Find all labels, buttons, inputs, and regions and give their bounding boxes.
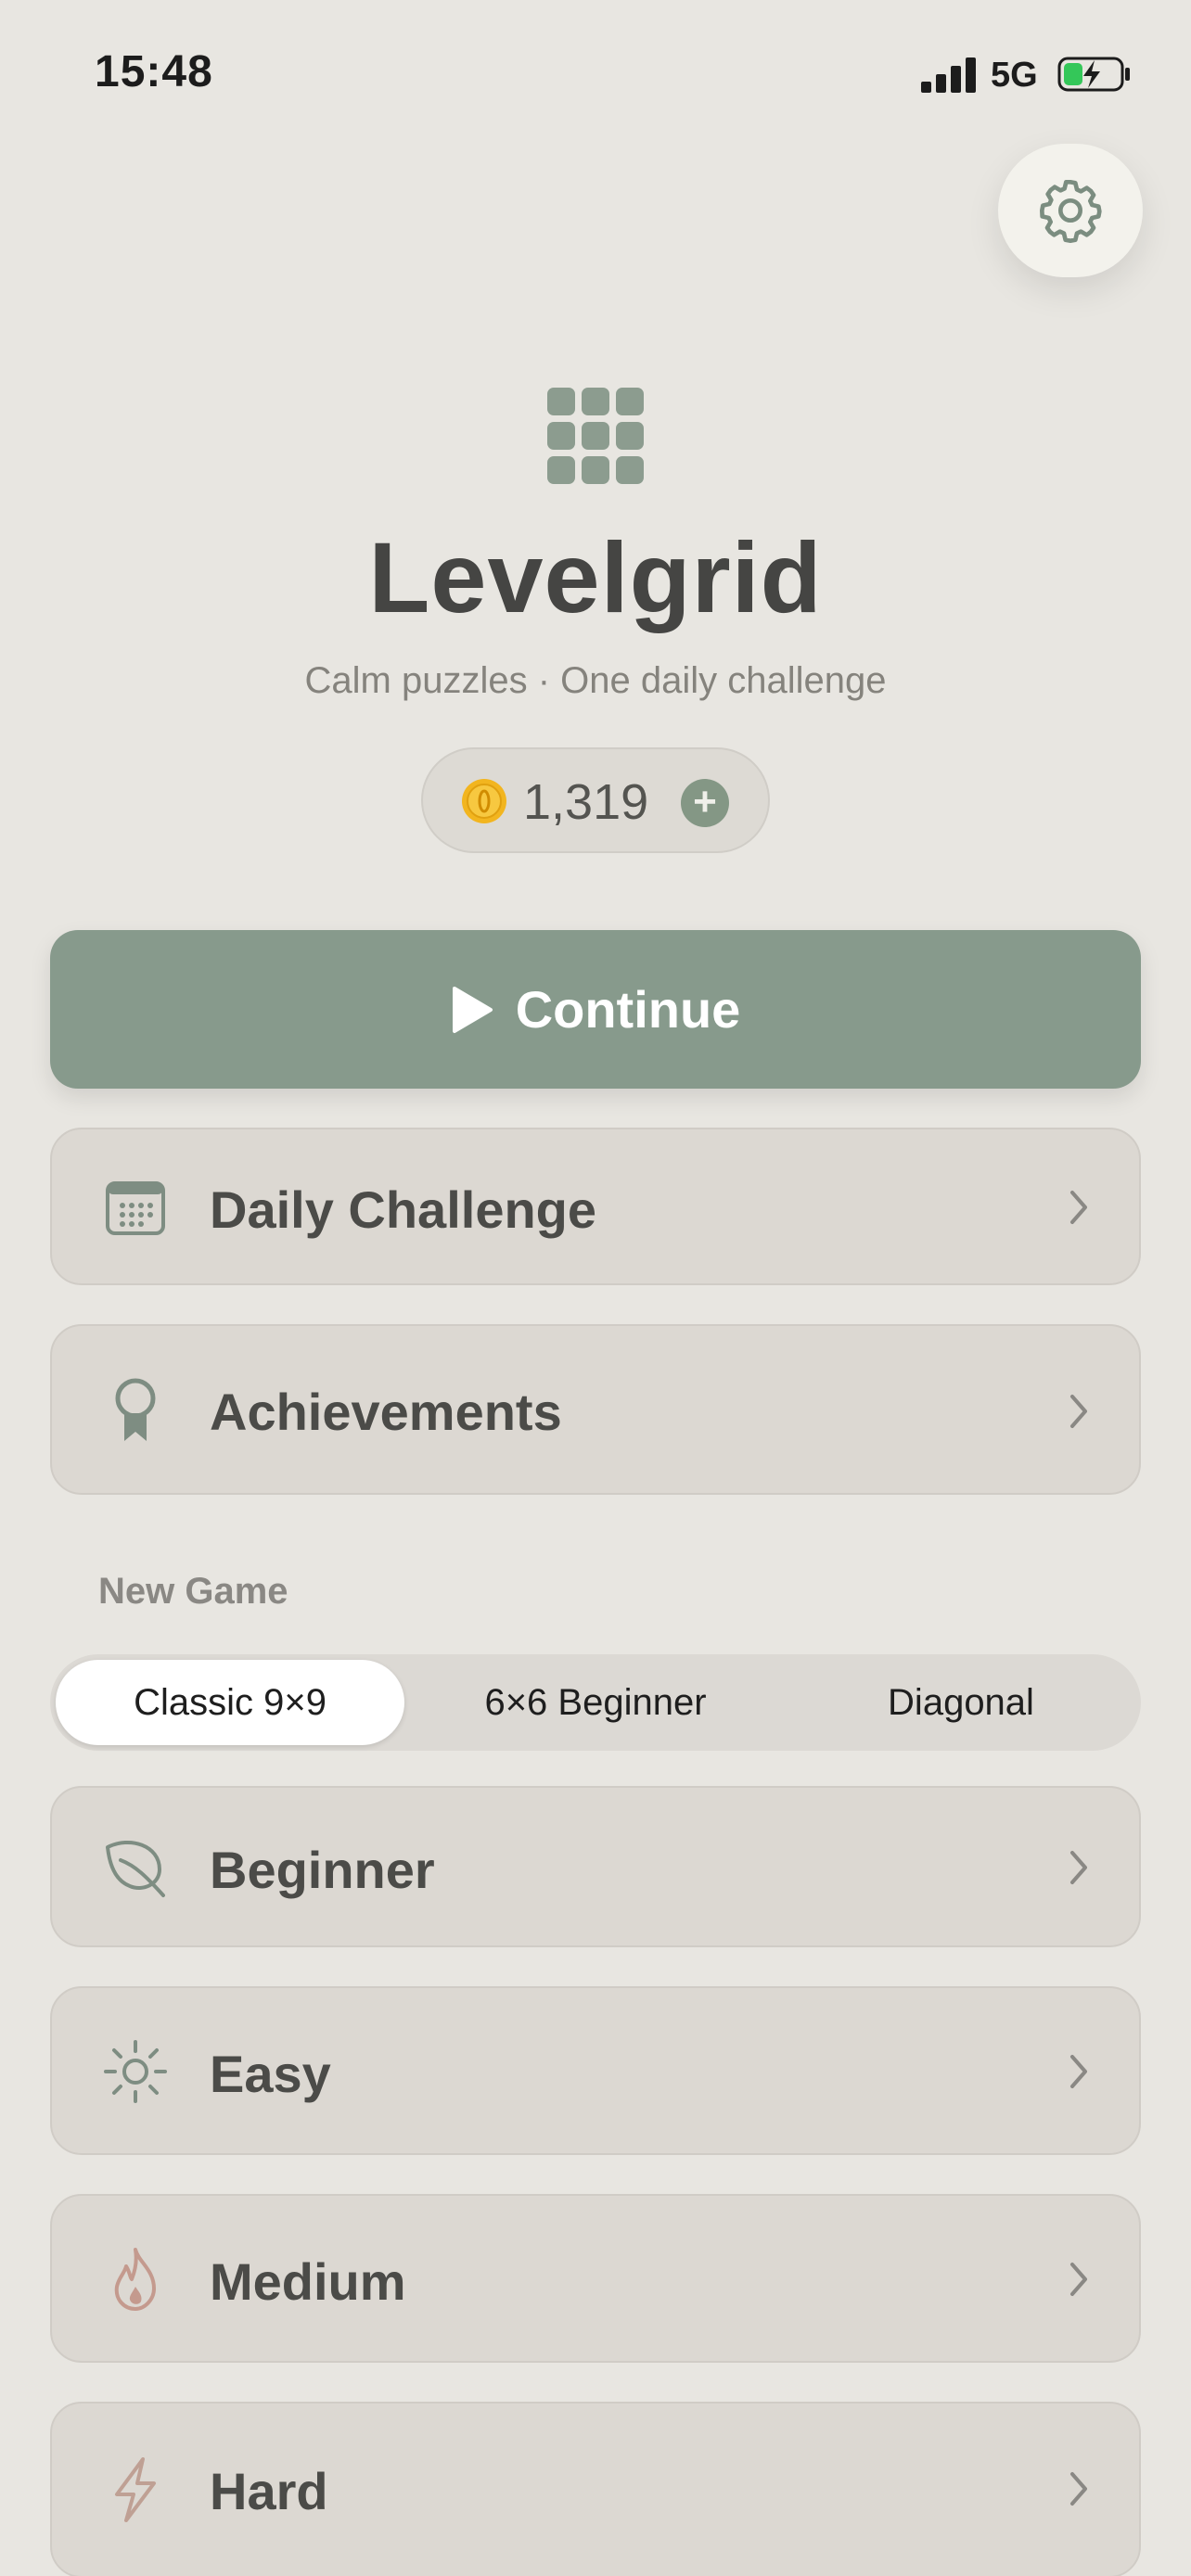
chevron-right-icon xyxy=(1070,2263,1087,2296)
home-screen: 15:48 5G Levelgrid Calm puzzles · One da… xyxy=(0,0,1191,2576)
calendar-icon xyxy=(106,1181,165,1235)
coin-count: 1,319 xyxy=(523,774,649,830)
medium-label: Medium xyxy=(210,2252,406,2311)
easy-label: Easy xyxy=(210,2045,331,2103)
difficulty-medium-button[interactable]: Medium xyxy=(50,2194,1141,2363)
achievements-button[interactable]: Achievements xyxy=(50,1324,1141,1495)
battery-charging-icon xyxy=(1057,57,1130,92)
daily-challenge-button[interactable]: Daily Challenge xyxy=(50,1128,1141,1285)
lightning-bolt-icon xyxy=(115,2457,156,2522)
daily-challenge-label: Daily Challenge xyxy=(210,1180,597,1239)
game-mode-selector: Classic 9×9 6×6 Beginner Diagonal xyxy=(50,1654,1141,1751)
new-game-section-label: New Game xyxy=(98,1571,288,1612)
continue-button[interactable]: Continue xyxy=(50,930,1141,1089)
difficulty-beginner-button[interactable]: Beginner xyxy=(50,1786,1141,1947)
ribbon-badge-icon xyxy=(115,1378,156,1441)
chevron-right-icon xyxy=(1070,1191,1087,1224)
coin-icon xyxy=(462,779,506,823)
coin-balance[interactable]: 1,319 + xyxy=(421,747,770,853)
chevron-right-icon xyxy=(1070,2055,1087,2088)
grid-3x3-icon xyxy=(547,388,644,484)
play-icon xyxy=(452,986,493,1033)
continue-label: Continue xyxy=(515,980,741,1039)
app-subtitle: Calm puzzles · One daily challenge xyxy=(304,660,887,701)
sun-icon xyxy=(104,2040,167,2103)
network-type: 5G xyxy=(991,56,1038,95)
mode-tab-diagonal[interactable]: Diagonal xyxy=(787,1660,1135,1745)
leaf-icon xyxy=(106,1840,165,1897)
flame-icon xyxy=(114,2248,156,2311)
chevron-right-icon xyxy=(1070,2472,1087,2506)
cellular-signal-icon xyxy=(921,56,977,93)
hard-label: Hard xyxy=(210,2462,328,2520)
beginner-label: Beginner xyxy=(210,1841,435,1899)
difficulty-easy-button[interactable]: Easy xyxy=(50,1986,1141,2155)
status-bar: 15:48 5G xyxy=(0,0,1191,148)
chevron-right-icon xyxy=(1070,1851,1087,1884)
chevron-right-icon xyxy=(1070,1395,1087,1428)
settings-button[interactable] xyxy=(998,144,1143,277)
gear-icon xyxy=(1040,180,1102,243)
status-time: 15:48 xyxy=(95,47,213,96)
mode-tab-6x6-beginner[interactable]: 6×6 Beginner xyxy=(421,1660,770,1745)
achievements-label: Achievements xyxy=(210,1383,562,1441)
mode-tab-classic[interactable]: Classic 9×9 xyxy=(56,1660,404,1745)
plus-icon[interactable]: + xyxy=(681,779,729,827)
app-title: Levelgrid xyxy=(368,521,823,633)
difficulty-hard-button[interactable]: Hard xyxy=(50,2402,1141,2576)
